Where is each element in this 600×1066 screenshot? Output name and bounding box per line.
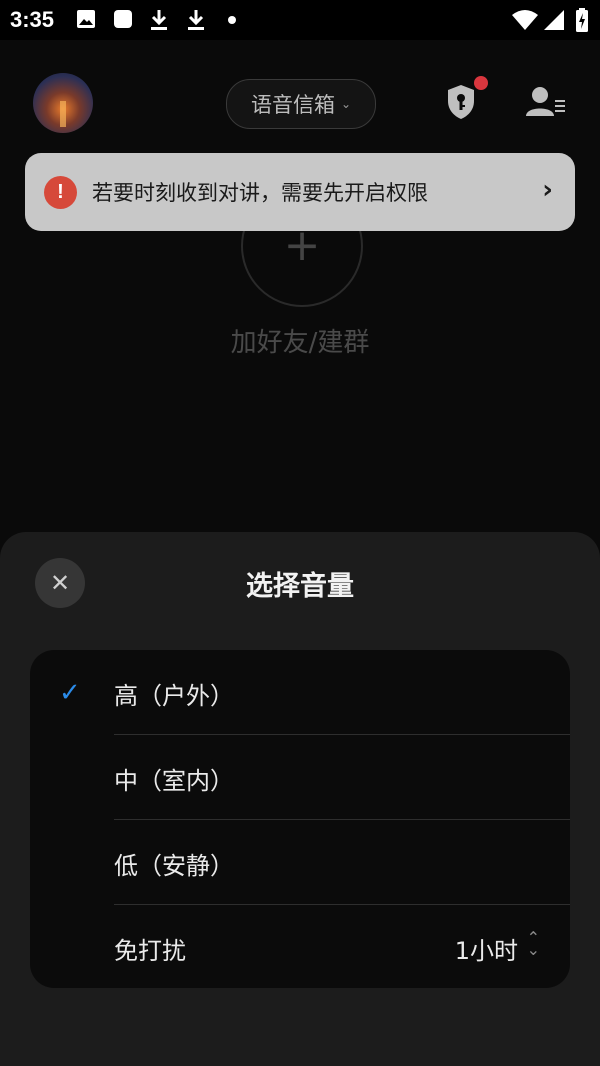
do-not-disturb-value[interactable]: 1小时 xyxy=(455,931,518,966)
signal-icon xyxy=(544,10,564,30)
option-label: 高（户外） xyxy=(114,682,234,710)
download-icon xyxy=(151,10,167,30)
chevron-right-icon: › xyxy=(542,175,553,205)
chevron-down-icon: ⌄ xyxy=(340,97,352,111)
add-friend-label: 加好友/建群 xyxy=(230,328,370,358)
avatar[interactable] xyxy=(33,73,93,133)
do-not-disturb-row[interactable]: 免打扰 1小时 ⌃ ⌄ xyxy=(30,905,570,988)
contacts-list-icon[interactable] xyxy=(526,86,566,118)
status-time: 3:35 xyxy=(10,7,55,32)
voice-mailbox-label: 语音信箱 xyxy=(250,93,335,117)
close-button[interactable]: ✕ xyxy=(35,558,85,608)
volume-option-high[interactable]: ✓ 高（户外） xyxy=(30,650,570,735)
volume-options-list: ✓ 高（户外） 中（室内） 低（安静） 免打扰 1小时 ⌃ ⌄ xyxy=(30,650,570,988)
wifi-icon xyxy=(512,10,538,30)
shield-key-icon[interactable] xyxy=(446,84,476,120)
notification-dot xyxy=(474,76,488,90)
status-bar: 3:35 xyxy=(0,0,600,40)
dot-icon xyxy=(228,16,236,24)
option-label: 中（室内） xyxy=(114,767,234,795)
download-icon xyxy=(188,10,204,30)
volume-bottom-sheet: 选择音量 ✕ ✓ 高（户外） 中（室内） 低（安静） 免打扰 1小时 ⌃ ⌄ xyxy=(0,532,600,1066)
sheet-title: 选择音量 xyxy=(246,571,354,602)
option-label: 低（安静） xyxy=(114,852,234,880)
volume-option-medium[interactable]: 中（室内） xyxy=(30,735,570,820)
check-icon: ✓ xyxy=(59,678,81,708)
permission-banner-text: 若要时刻收到对讲，需要先开启权限 xyxy=(92,181,428,205)
permission-banner[interactable]: ! 若要时刻收到对讲，需要先开启权限 › xyxy=(25,153,575,231)
up-down-chevron-icon: ⌃ ⌄ xyxy=(526,928,540,959)
alert-icon: ! xyxy=(44,176,77,209)
image-icon xyxy=(77,10,95,28)
volume-option-low[interactable]: 低（安静） xyxy=(30,820,570,905)
do-not-disturb-label: 免打扰 xyxy=(114,937,186,965)
voice-mailbox-selector[interactable]: 语音信箱 ⌄ xyxy=(226,79,376,129)
square-app-icon xyxy=(114,10,132,28)
battery-charging-icon xyxy=(576,8,588,32)
